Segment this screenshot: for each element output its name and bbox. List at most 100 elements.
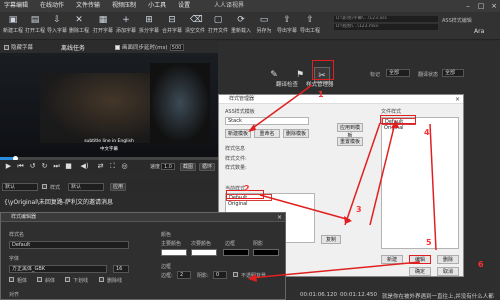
- playback-bar: ▶ ⏮ ↺ ↻ ⏭ ■ ◀) ⇄ ⛶ ◎ 速度 1.0 截图 循环: [0, 160, 218, 174]
- snapshot-icon[interactable]: ◎: [120, 162, 129, 171]
- import-subtitle-button[interactable]: ⇩ 导入字幕: [46, 14, 68, 38]
- annotation-box-style-manager: [312, 60, 334, 80]
- bold-label: 粗体: [17, 278, 28, 284]
- fullscreen-icon[interactable]: ⛶: [108, 162, 117, 171]
- delete-template-button[interactable]: 删除模板: [283, 129, 309, 138]
- annotation-4: 4: [424, 128, 430, 137]
- menu-settings[interactable]: 设置: [172, 0, 196, 12]
- delay-input[interactable]: 500: [169, 43, 184, 51]
- video-player[interactable]: subtitle line in English 中文字幕: [0, 53, 218, 157]
- sync-checkbox[interactable]: [115, 44, 121, 50]
- font-select[interactable]: 方正黑体_GBK: [9, 265, 107, 273]
- outline-width-input[interactable]: 2: [177, 271, 191, 279]
- rename-template-button[interactable]: 重命名: [254, 129, 280, 138]
- hide-subtitle-checkbox[interactable]: [4, 44, 9, 50]
- new-template-button[interactable]: 新建模板: [225, 129, 251, 138]
- export-subtitle-button[interactable]: ⇪ 导出字幕: [276, 14, 298, 38]
- secondary-color-label: 次要颜色: [191, 241, 212, 247]
- delete-style-button[interactable]: 删除: [437, 255, 459, 264]
- play-icon[interactable]: ▶: [4, 162, 13, 171]
- merge-subtitle-button[interactable]: ⊟ 合并字幕: [161, 14, 183, 38]
- tb-label: 新建工程: [2, 28, 23, 34]
- menu-online[interactable]: 在线动作: [34, 0, 70, 12]
- secondary-color-swatch[interactable]: [191, 249, 217, 256]
- bold-checkbox[interactable]: [9, 277, 14, 282]
- close-icon[interactable]: ×: [455, 95, 460, 104]
- loop-icon[interactable]: ⇄: [96, 162, 105, 171]
- clear-file-button[interactable]: ⌫ 清空文件: [184, 14, 206, 38]
- tab-style-manager[interactable]: 样式管理器: [306, 80, 334, 88]
- tb-label: 导出字幕: [276, 28, 297, 34]
- menu-transfer[interactable]: 文件传输: [70, 0, 106, 12]
- forward-icon[interactable]: ↻: [40, 162, 49, 171]
- merge-subtitle-icon: ⊟: [168, 15, 176, 25]
- open-file-button[interactable]: ▢ 打开文件: [207, 14, 229, 38]
- export-project-button[interactable]: ⇧ 导出工程: [299, 14, 321, 38]
- rewind-icon[interactable]: ↺: [28, 162, 37, 171]
- apply-to-template-button[interactable]: 应用到模板: [337, 123, 363, 139]
- save-as-icon: ▭: [259, 15, 269, 25]
- close-icon[interactable]: ×: [277, 213, 282, 222]
- split-subtitle-button[interactable]: ⊞ 拆分字幕: [138, 14, 160, 38]
- close-icon[interactable]: ×: [488, 0, 500, 12]
- copy-left-button[interactable]: 复制: [321, 235, 341, 244]
- tab-translation-check[interactable]: 翻译检查: [276, 80, 298, 88]
- shadow-color-swatch[interactable]: [253, 249, 279, 256]
- mark-select[interactable]: 全部: [386, 69, 410, 77]
- reload-button[interactable]: ⟳ 重新载入: [230, 14, 252, 38]
- open-project-button[interactable]: ▤ 打开工程: [24, 14, 46, 38]
- file-style-list[interactable]: Default Original: [381, 117, 459, 249]
- primary-color-swatch[interactable]: [161, 249, 187, 256]
- apply-style-button[interactable]: 应用: [110, 183, 126, 191]
- video-subtitle-cn: 中文字幕: [100, 147, 118, 152]
- minimize-icon[interactable]: –: [462, 0, 474, 12]
- menu-tools[interactable]: 小工具: [142, 0, 172, 12]
- speed-select[interactable]: 1.0: [161, 163, 175, 170]
- shadow-width-input[interactable]: 0: [213, 271, 227, 279]
- ok-button[interactable]: 确定: [409, 267, 431, 276]
- opaque-checkbox[interactable]: [233, 272, 238, 277]
- new-style-button[interactable]: 新建: [381, 255, 403, 264]
- volume-icon[interactable]: ◀): [80, 162, 89, 171]
- filter-select[interactable]: 全部: [442, 69, 464, 77]
- user-name[interactable]: Ara: [474, 28, 484, 35]
- edit-style-button[interactable]: 编辑: [409, 255, 431, 264]
- underline-checkbox[interactable]: [65, 277, 70, 282]
- template-select[interactable]: Stack: [225, 117, 309, 125]
- tb-label: 添加字幕: [115, 28, 136, 34]
- align-label: 对齐: [9, 292, 20, 298]
- list-item[interactable]: Original: [382, 125, 458, 132]
- file-styles-label: 文件样式: [381, 109, 402, 115]
- video-path: D:\视频\...\123.mkv: [334, 24, 438, 30]
- add-subtitle-button[interactable]: + 添加字幕: [115, 14, 137, 38]
- prev-icon[interactable]: ⏮: [16, 162, 25, 171]
- font-select[interactable]: 默认: [68, 183, 104, 191]
- style-name-input[interactable]: Default: [9, 241, 129, 249]
- maximize-icon[interactable]: □: [475, 0, 487, 12]
- subtitle-text-line[interactable]: {\yOriginal\未回复路-萨利文的邀请消息: [4, 197, 113, 206]
- loop-button[interactable]: 循环: [199, 163, 215, 171]
- strike-checkbox[interactable]: [99, 277, 104, 282]
- save-as-button[interactable]: ▭ 另存为: [253, 14, 275, 38]
- stop-icon[interactable]: ■: [64, 162, 73, 171]
- reset-template-button[interactable]: 重置模板: [337, 137, 363, 146]
- list-item[interactable]: Original: [226, 201, 314, 208]
- cancel-button[interactable]: 取消: [437, 267, 459, 276]
- style-checkbox[interactable]: [42, 184, 47, 189]
- menu-subtitle-edit[interactable]: 字幕编辑: [0, 0, 34, 12]
- style-select[interactable]: 默认: [2, 183, 38, 191]
- screenshot-button[interactable]: 截图: [180, 163, 196, 171]
- primary-color-label: 主要颜色: [161, 241, 182, 247]
- new-project-button[interactable]: ▣ 新建工程: [2, 14, 24, 38]
- tb-label: 打开文件: [207, 28, 228, 34]
- menu-compress[interactable]: 视频压制: [106, 0, 142, 12]
- italic-checkbox[interactable]: [37, 277, 42, 282]
- subtitle-path: D:\影视\字幕\...\123.ass: [334, 16, 438, 22]
- font-size-input[interactable]: 16: [113, 265, 129, 273]
- open-subtitle-button[interactable]: ▦ 打开字幕: [92, 14, 114, 38]
- next-icon[interactable]: ⏭: [52, 162, 61, 171]
- tb-label: 导入字幕: [46, 28, 67, 34]
- delete-project-button[interactable]: ✕ 删除工程: [68, 14, 90, 38]
- outline-color-swatch[interactable]: [223, 249, 249, 256]
- style-editor-dialog: 样式编辑器 × 样式名 Default 字体 方正黑体_GBK 16 粗体 斜体 …: [0, 212, 286, 300]
